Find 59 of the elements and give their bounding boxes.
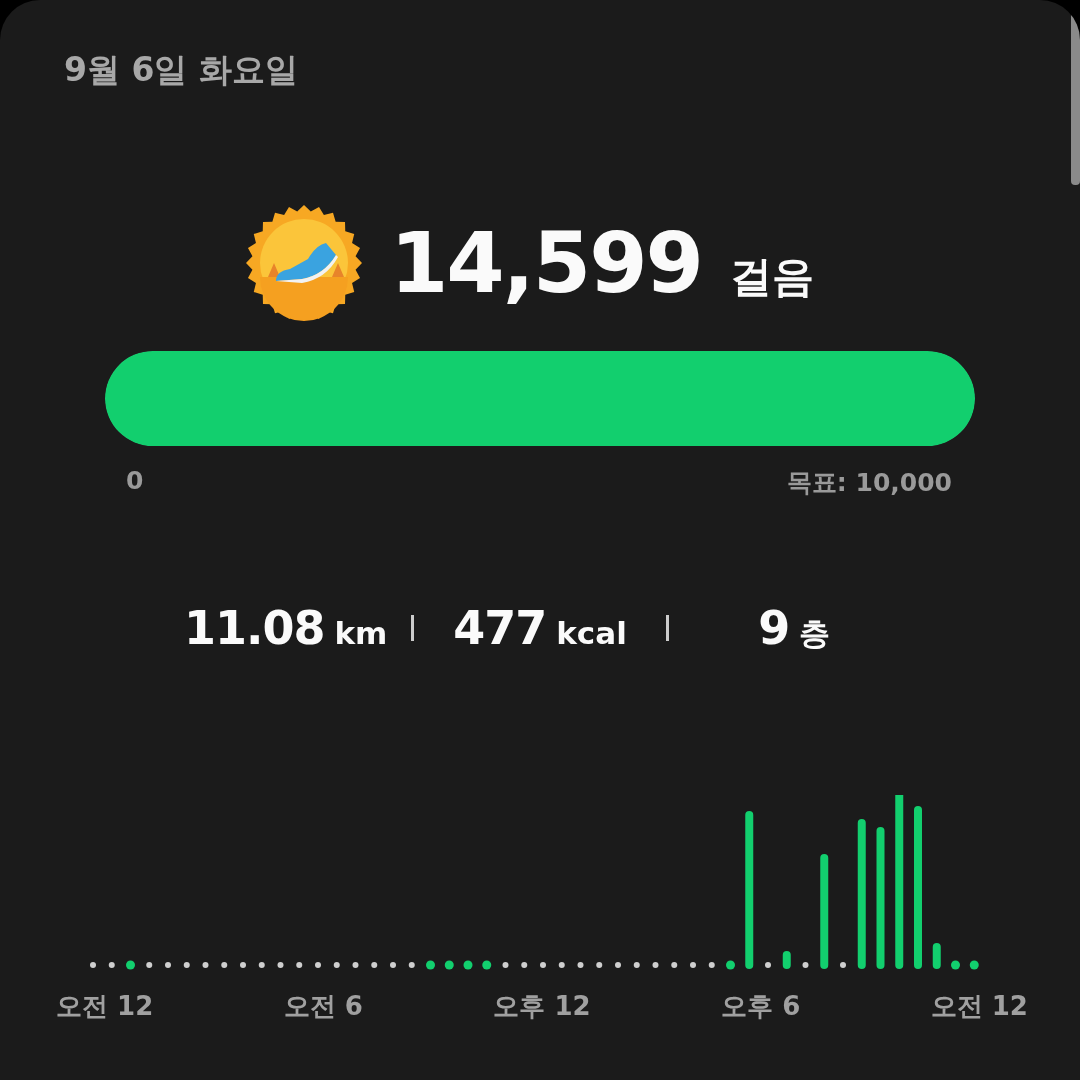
empty-slot-dot [577, 962, 584, 968]
empty-slot-dot [108, 962, 115, 968]
empty-slot-dot [371, 962, 378, 968]
empty-slot-dot [596, 962, 603, 968]
step-count: 14,599 [389, 214, 703, 312]
empty-slot-dot [765, 962, 771, 968]
stat-unit: kcal [556, 615, 627, 651]
empty-slot-dot [633, 962, 640, 968]
date-title: 9월 6일 화요일 [64, 49, 298, 91]
activity-dot [463, 960, 473, 970]
empty-slot-dot [615, 962, 621, 968]
empty-slot-dot [165, 962, 171, 968]
empty-slot-dot [296, 962, 303, 968]
stat-unit: 층 [799, 614, 831, 653]
activity-dot [426, 960, 435, 970]
empty-slot-dot [708, 962, 715, 968]
time-axis-label: 오후 12 [493, 990, 591, 1023]
time-axis-label: 오전 12 [930, 990, 1028, 1023]
activity-dot [444, 960, 454, 970]
stat-value: 11.08 [183, 601, 325, 655]
empty-slot-dot [258, 962, 265, 968]
empty-slot-dot [90, 962, 96, 968]
activity-dot [969, 960, 979, 970]
empty-slot-dot [240, 962, 246, 968]
progress-min-label: 0 [126, 466, 144, 497]
shoe-badge-icon [245, 205, 362, 321]
stat-value: 9 [758, 601, 790, 655]
time-axis-label: 오전 6 [283, 990, 363, 1023]
empty-slot-dot [802, 962, 809, 968]
activity-dot [126, 960, 135, 970]
empty-slot-dot [502, 962, 509, 968]
empty-slot-dot [221, 962, 228, 968]
activity-dot [482, 960, 492, 970]
empty-slot-dot [333, 962, 340, 968]
empty-slot-dot [671, 962, 678, 968]
empty-slot-dot [183, 962, 190, 968]
empty-slot-dot [840, 962, 846, 968]
time-axis-label: 오후 6 [721, 990, 801, 1023]
empty-slot-dot [315, 962, 321, 968]
step-unit: 걸음 [730, 251, 815, 303]
goal-label: 목표: 10,000 [786, 467, 952, 499]
activity-dot [726, 960, 735, 970]
stat-value: 477 [453, 601, 547, 655]
activity-bar [782, 951, 791, 969]
empty-slot-dot [390, 962, 396, 968]
activity-bar [932, 943, 941, 969]
empty-slot-dot [690, 962, 696, 968]
empty-slot-dot [558, 962, 565, 968]
empty-slot-dot [277, 962, 284, 968]
empty-slot-dot [521, 962, 528, 968]
activity-dot [951, 960, 960, 970]
empty-slot-dot [146, 962, 153, 968]
empty-slot-dot [540, 962, 546, 968]
time-axis-label: 오전 12 [56, 990, 154, 1023]
empty-slot-dot [352, 962, 359, 968]
empty-slot-dot [652, 962, 659, 968]
empty-slot-dot [408, 962, 415, 968]
stat-unit: km [334, 615, 388, 651]
empty-slot-dot [202, 962, 209, 968]
